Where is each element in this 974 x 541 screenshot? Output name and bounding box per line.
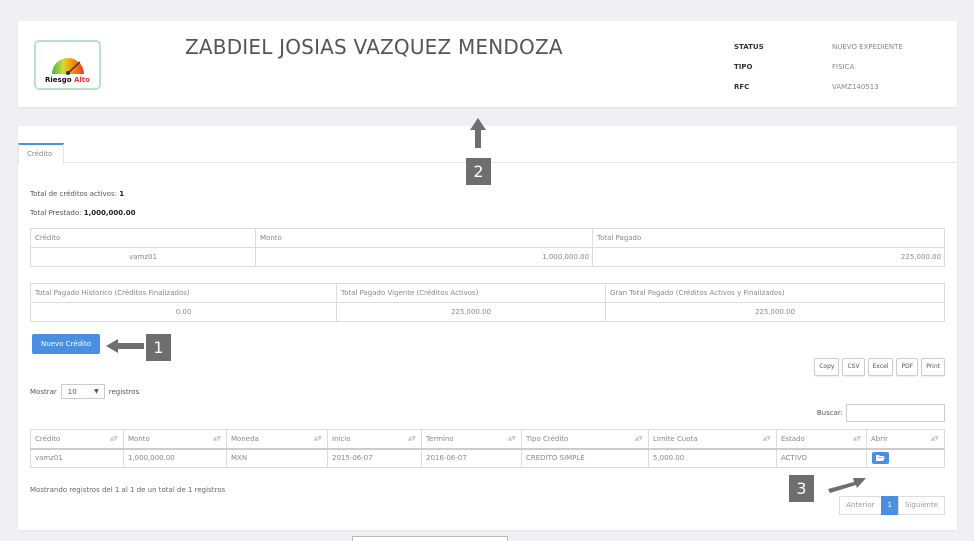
table-header-row: Crédito ▲▼ Monto ▲▼ Moneda ▲▼ Inicio ▲▼ Term…	[30, 429, 945, 450]
col-credito[interactable]: Crédito ▲▼	[30, 429, 124, 450]
cell-limite-cuota: 5,000.00	[648, 448, 777, 468]
status-key: STATUS	[734, 43, 764, 51]
client-name: ZABDIEL JOSIAS VAZQUEZ MENDOZA	[185, 35, 563, 59]
page-length-select[interactable]: 10 ▼	[60, 384, 105, 399]
tipo-value: FISICA	[832, 63, 855, 71]
sort-icon: ▲▼	[852, 435, 861, 442]
sort-icon: ▲▼	[930, 435, 939, 442]
current-value: 225,000.00	[336, 302, 606, 322]
caret-down-icon: ▼	[94, 388, 99, 395]
payment-totals-table: Total Pagado Historico (Créditos Finaliz…	[30, 283, 945, 322]
client-header-card: Riesgo Alto ZABDIEL JOSIAS VAZQUEZ MENDO…	[18, 21, 957, 107]
excel-button[interactable]: Excel	[867, 358, 894, 376]
col-inicio[interactable]: Inicio ▲▼	[327, 429, 422, 450]
search-control: Buscar:	[817, 404, 945, 422]
risk-gauge-badge: Riesgo Alto	[34, 40, 101, 90]
search-input[interactable]	[846, 404, 945, 422]
sort-icon: ▲▼	[762, 435, 771, 442]
sort-icon: ▲▼	[634, 435, 643, 442]
summary-cell-credito: vamz01	[30, 247, 256, 267]
historic-header: Total Pagado Historico (Créditos Finaliz…	[30, 283, 337, 303]
search-label: Buscar:	[816, 409, 843, 417]
open-credit-button[interactable]	[872, 452, 889, 465]
csv-button[interactable]: CSV	[842, 358, 865, 376]
pdf-button[interactable]: PDF	[896, 358, 919, 376]
col-estado[interactable]: Estado ▲▼	[776, 429, 867, 450]
cell-inicio: 2015-06-07	[327, 448, 422, 468]
col-tipo-credito[interactable]: Tipo Crédito ▲▼	[521, 429, 649, 450]
table-info: Mostrando registros del 1 al 1 de un tot…	[30, 486, 226, 494]
status-value: NUEVO EXPEDIENTE	[832, 43, 903, 51]
tipo-key: TIPO	[734, 63, 753, 71]
col-monto[interactable]: Monto ▲▼	[123, 429, 227, 450]
arrow-up-icon	[470, 118, 486, 148]
cell-moneda: MXN	[226, 448, 328, 468]
summary-header-credito: Crédito	[30, 228, 256, 248]
arrow-up-right-icon	[828, 478, 866, 493]
summary-cell-total-pagado: 225,000.00	[592, 247, 945, 267]
col-limite-cuota[interactable]: Limite Cuota ▲▼	[648, 429, 777, 450]
print-button[interactable]: Print	[921, 358, 945, 376]
callout-2: 2	[466, 158, 491, 185]
new-credit-button[interactable]: Nuevo Crédito	[32, 334, 100, 354]
sort-icon: ▲▼	[212, 435, 221, 442]
page-length-value: 10	[67, 388, 77, 396]
cell-termino: 2016-06-07	[421, 448, 522, 468]
summary-header-total-pagado: Total Pagado	[592, 228, 945, 248]
cell-tipo-credito: CREDITO SIMPLE	[521, 448, 649, 468]
sort-asc-icon: ▲▼	[109, 435, 118, 442]
cell-credito: vamz01	[30, 448, 124, 468]
risk-label: Riesgo Alto	[45, 76, 90, 84]
length-prefix: Mostrar	[30, 387, 57, 396]
sort-icon: ▲▼	[313, 435, 322, 442]
grand-total-value: 225,000.00	[605, 302, 945, 322]
cell-monto: 1,000,000.00	[123, 448, 227, 468]
cell-abrir	[866, 448, 945, 468]
folder-open-icon	[876, 455, 885, 462]
col-termino[interactable]: Termino ▲▼	[421, 429, 522, 450]
summary-header-monto: Monto	[255, 228, 593, 248]
gauge-icon	[52, 58, 84, 75]
credits-table: Crédito ▲▼ Monto ▲▼ Moneda ▲▼ Inicio ▲▼ Term…	[30, 429, 945, 468]
historic-value: 0.00	[30, 302, 337, 322]
grand-total-header: Gran Total Pagado (Créditos Activos y Fi…	[605, 283, 945, 303]
total-lent: Total Prestado: 1,000,000.00	[30, 209, 136, 217]
total-active-credits: Total de créditos activos: 1	[30, 190, 125, 198]
pagination-previous[interactable]: Anterior	[839, 496, 882, 515]
sort-icon: ▲▼	[407, 435, 416, 442]
arrow-left-icon	[106, 339, 144, 353]
credit-panel: Crédito Total de créditos activos: 1 Tot…	[18, 126, 957, 530]
summary-cell-monto: 1,000,000.00	[255, 247, 593, 267]
pagination: Anterior 1 Siguiente	[839, 496, 945, 515]
current-header: Total Pagado Vigente (Créditos Activos)	[336, 283, 606, 303]
table-row: vamz01 1,000,000.00 MXN 2015-06-07 2016-…	[30, 448, 945, 468]
col-abrir[interactable]: Abrir ▲▼	[866, 429, 945, 450]
export-buttons: Copy CSV Excel PDF Print	[814, 358, 945, 376]
sort-icon: ▲▼	[507, 435, 516, 442]
tab-credito[interactable]: Crédito	[18, 143, 64, 164]
rfc-value: VAMZ140513	[832, 83, 879, 91]
callout-3: 3	[789, 475, 814, 502]
bottom-window-strip	[352, 536, 508, 541]
client-info: STATUS NUEVO EXPEDIENTE TIPO FISICA RFC VAM…	[734, 37, 903, 97]
credit-summary-table: Crédito Monto Total Pagado vamz01 1,000,…	[30, 228, 945, 267]
cell-estado: ACTIVO	[776, 448, 867, 468]
rfc-key: RFC	[734, 83, 750, 91]
col-moneda[interactable]: Moneda ▲▼	[226, 429, 328, 450]
length-suffix: registros	[108, 387, 140, 396]
callout-1: 1	[146, 334, 171, 361]
pagination-next[interactable]: Siguiente	[897, 496, 945, 515]
pagination-page-1[interactable]: 1	[880, 496, 899, 515]
page-length-control: Mostrar 10 ▼ registros	[30, 384, 139, 399]
copy-button[interactable]: Copy	[814, 358, 840, 376]
